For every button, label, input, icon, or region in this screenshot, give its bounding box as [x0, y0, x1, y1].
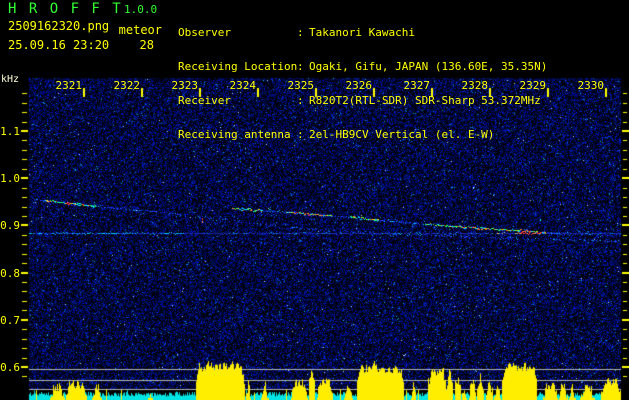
x-tick-label: 2328: [461, 79, 489, 92]
x-tick-label: 2321: [55, 79, 83, 92]
x-tick-label: 2322: [113, 79, 141, 92]
y-tick-label: 0.9: [0, 219, 20, 232]
x-tick-label: 2325: [287, 79, 315, 92]
info-label: Observer: [178, 26, 231, 39]
x-tick-label: 2327: [403, 79, 431, 92]
x-tick-label: 2329: [519, 79, 547, 92]
output-filename: 2509162320.png: [8, 19, 110, 33]
x-tick-label: 2324: [229, 79, 257, 92]
info-label: Receiving Location: [178, 60, 298, 73]
y-tick-label: 0.6: [0, 361, 20, 374]
app-title: H R O F F T: [8, 1, 123, 17]
info-row-antenna: Receiving antenna:2el-HB9CV Vertical (el…: [178, 129, 547, 141]
y-tick-label: 0.7: [0, 314, 20, 327]
mode-label: meteor: [118, 23, 162, 37]
info-colon: :: [297, 60, 304, 73]
info-value: Takanori Kawachi: [309, 26, 415, 39]
info-value: R820T2(RTL-SDR) SDR-Sharp 53.372MHz: [309, 94, 541, 107]
info-colon: :: [297, 128, 304, 141]
echo-count: 28: [139, 38, 154, 52]
info-row-observer: Observer: Takanori Kawachi: [178, 27, 547, 39]
info-label: Receiving antenna: [178, 128, 291, 141]
info-value: 2el-HB9CV Vertical (el. E-W): [309, 128, 495, 141]
y-tick-label: 0.8: [0, 267, 20, 280]
x-tick-label: 2323: [171, 79, 199, 92]
app-version: 1.0.0: [124, 3, 158, 16]
info-colon: :: [297, 94, 304, 107]
info-row-receiver: Receiver: R820T2(RTL-SDR) SDR-Sharp 53.37…: [178, 95, 547, 107]
datetime-label: 25.09.16 23:20: [8, 38, 110, 52]
x-tick-label: 2326: [345, 79, 373, 92]
info-colon: :: [297, 26, 304, 39]
x-tick-label: 2330: [577, 79, 605, 92]
hrofft-screenshot: H R O F F T 1.0.0 2509162320.png meteor …: [0, 0, 629, 400]
info-label: Receiver: [178, 94, 231, 107]
y-tick-label: 1.0: [0, 172, 20, 185]
y-tick-label: 1.1: [0, 125, 20, 138]
info-value: Ogaki, Gifu, JAPAN (136.60E, 35.35N): [309, 60, 548, 73]
y-axis-unit-label: kHz: [1, 74, 20, 85]
info-row-location: Receiving Location: Ogaki, Gifu, JAPAN (1…: [178, 61, 547, 73]
